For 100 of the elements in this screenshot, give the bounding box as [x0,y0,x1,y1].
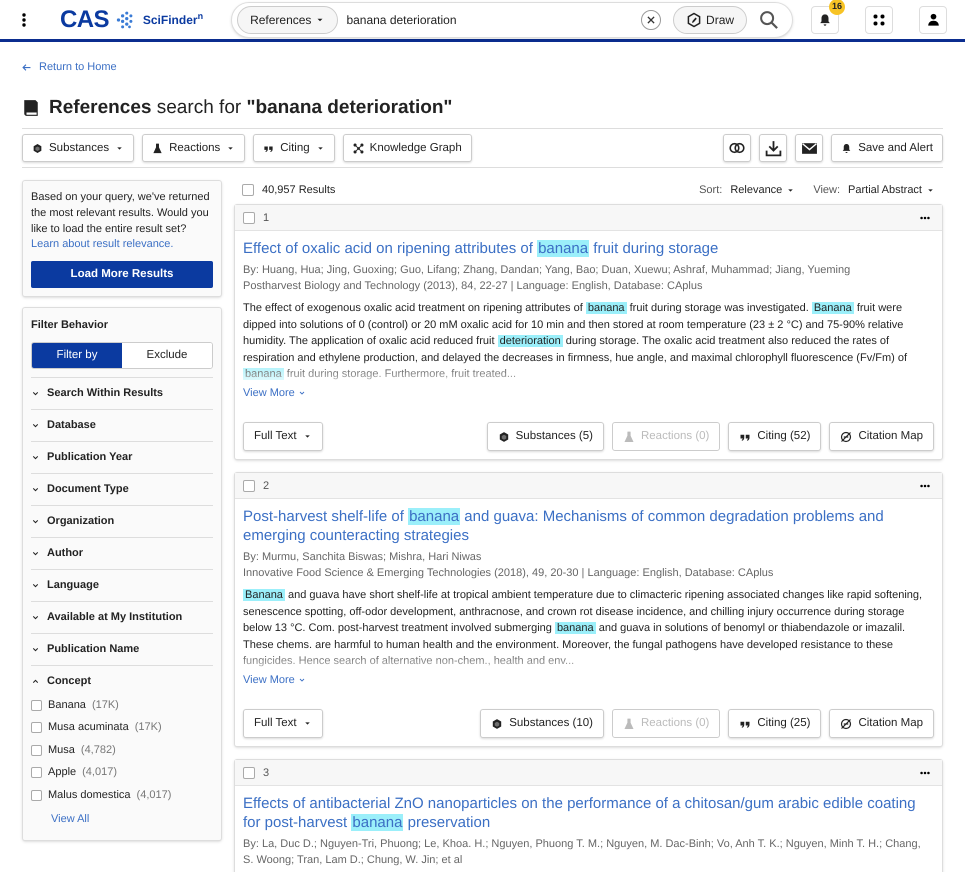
email-button[interactable] [795,134,824,162]
relevance-link[interactable]: Learn about result relevance. [31,237,213,252]
concept-count: (4,017) [82,765,117,780]
result-number: 2 [263,478,270,494]
arrow-left-icon [22,62,31,72]
filter-section-toggle[interactable]: Author [31,538,213,569]
result-action-button[interactable]: Substances (10) [480,709,604,738]
result-title-link[interactable]: Effect of oxalic acid on ripening attributes of banana fruit during storage [243,239,934,258]
view-more-link[interactable]: View More [243,384,306,402]
result-action-button[interactable]: Citing (25) [728,709,822,738]
toolbar-button[interactable]: Reactions [142,134,246,162]
concept-checkbox[interactable] [31,767,42,778]
result-authors: By: Murmu, Sanchita Biswas; Mishra, Hari Niwas [243,550,482,566]
toolbar-button[interactable]: Substances [22,134,134,162]
filter-section-toggle[interactable]: Publication Year [31,442,213,473]
result-action-button[interactable]: Citation Map [829,422,934,452]
search-icon[interactable] [759,10,780,30]
view-more-link[interactable]: View More [243,672,306,688]
product-name: SciFinder$^{n}$ [142,10,204,28]
concept-label: Banana [48,698,86,713]
result-action-button[interactable]: Citation Map [829,709,934,738]
concept-checkbox[interactable] [31,700,42,710]
concept-label: Apple [48,765,76,780]
scope-dropdown[interactable]: References [237,6,338,34]
filter-heading: Filter Behavior [31,318,110,334]
concept-checkbox[interactable] [31,744,42,756]
hexagon-icon [32,142,43,154]
filter-section-toggle[interactable]: Concept [31,666,213,697]
download-button[interactable] [759,134,788,162]
hexagon-pencil-icon [686,12,702,28]
crossed-circle-icon [840,718,852,730]
result-number: 1 [263,210,270,226]
combine-button[interactable] [723,134,752,162]
load-more-button[interactable]: Load More Results [31,261,213,288]
grid-icon [872,12,886,26]
filter-section-toggle[interactable]: Language [31,570,213,601]
flask-icon [152,142,164,154]
view-all-link[interactable]: View All [51,811,213,828]
result-source: Postharvest Biology and Technology (2013), 84, 22-27 | Language: English, Database: CAplus [243,279,704,294]
result-abstract: Banana and guava have short shelf-life at tropical ambient temperature due to climacteric ripening associated changes like rapid softening, senescence spotting, off-odor development, anthracnose, and crown rot disease incidence, and chilling injury occurrence during storage below 13 °C. Com. post-harvest treatment involved submerging banana and guava in solutions of benomyl or thiabendazole or imazalil. These chems. are harmful to human health and the environment. Moreover, the fungal pathogens have developed resistance to these fungicides. Hence search of alternative non-chem., health and env... [243,588,924,670]
concept-checkbox[interactable] [31,790,42,800]
filter-section-toggle[interactable]: Publication Name [31,634,213,665]
select-checkbox[interactable] [242,184,254,196]
filter-section-toggle[interactable]: Available at My Institution [31,602,213,633]
draw-button[interactable]: Draw [673,6,748,34]
select-checkbox[interactable] [243,766,255,779]
chevron-down-icon [298,676,306,684]
toolbar-button[interactable]: Citing [253,134,335,162]
apps-button[interactable] [865,6,894,34]
back-link[interactable]: Return to Home [22,59,117,76]
result-title-link[interactable]: Effects of antibacterial ZnO nanoparticles on the performance of a chitosan/gum arabic edible coating for post-harvest banana preservation [243,794,934,832]
concept-count: (4,017) [136,788,172,803]
concept-label: Musa [48,742,75,758]
concept-count: (17K) [134,720,162,736]
full-text-dropdown[interactable]: Full Text [243,709,323,738]
brand-name: CAS [60,4,109,34]
filter-section-toggle[interactable]: Document Type [31,474,213,505]
filter-section-toggle[interactable]: Organization [31,506,213,537]
search-bar[interactable]: References banana deterioration Draw [231,2,794,38]
notification-badge: 16 [829,0,846,14]
concept-count: (4,782) [80,742,116,758]
result-abstract: The effect of exogenous oxalic acid treatment on ripening attributes of banana fruit during storage was investigated. Banana fruit were dipped into solutions of 0 (control) or 20 mM oxalic acid for 10 min and then stored at room temperature (23 ± 2 °C) and 75-90% relative humidity. The application of oxalic acid reduced fruit deterioration during storage. The oxalic acid treatment also reduced the rates of respiration and ethylene production, and delayed the decreases in firmness, hue angle, and maximal chlorophyll fluorescence (Fv/Fm) of banana fruit during storage. Furthermore, fruit treated... [243,301,908,382]
filter-section-toggle[interactable]: Search Within Results [31,378,213,409]
full-text-dropdown[interactable]: Full Text [243,422,323,452]
book-icon [22,98,40,118]
result-action-button[interactable]: Substances (5) [486,422,604,452]
account-button[interactable] [919,6,948,34]
notice-text: Based on your query, we've returned the most relevant results. Would you like to load the entire result set? [31,190,211,238]
save-alert-button[interactable]: Save and Alert [831,134,943,162]
flask-icon [622,718,635,730]
hexagon-icon [498,430,510,443]
search-field[interactable]: banana deterioration [346,10,642,28]
select-checkbox[interactable] [243,480,255,492]
close-icon [646,14,656,24]
concept-label: Musa acuminata [48,720,129,736]
page-title: References search for "banana deterioration" [49,96,452,120]
chevron-down-icon [298,389,306,397]
bell-icon [818,12,832,26]
clear-button[interactable] [641,10,662,30]
select-checkbox[interactable] [243,212,255,224]
filter-section-toggle[interactable]: Database [31,410,213,441]
result-authors: By: La, Duc D.; Nguyen-Tri, Phuong; Le, Khoa. H.; Nguyen, Phuong T. M.; Nguyen, M. Dac-Binh; Vo, Anh T. K.; Nguyen, Minh T. H.; Chang, S. Woong; Tran, Lam D.; Chung, W. Jin; et al [243,837,922,868]
concept-label: Malus domestica [48,788,131,803]
result-action-button[interactable]: Citing (52) [728,422,822,452]
result-title-link[interactable]: Post-harvest shelf-life of banana and guava: Mechanisms of common degradation problems and emerging counteracting strategies [243,507,934,546]
result-source: Innovative Food Science & Emerging Technologies (2018), 49, 20-30 | Language: English, Database: CAplus [243,566,774,582]
download-icon [764,140,782,157]
result-authors: By: Huang, Hua; Jing, Guoxing; Guo, Lifang; Zhang, Dandan; Yang, Bao; Duan, Xuewu; Ashraf, Muhammad; Jiang, Yueming [243,263,852,278]
view-label: View: [813,183,840,198]
sort-label: Sort: [699,183,722,198]
sort-dropdown[interactable]: Relevance [730,182,796,198]
network-icon [352,142,364,154]
flask-icon [622,430,635,443]
concept-checkbox[interactable] [31,722,42,733]
crossed-circle-icon [840,430,852,443]
view-dropdown[interactable]: Partial Abstract [848,182,935,198]
filter-mode-tab[interactable]: Filter by [32,342,122,368]
toolbar-button[interactable]: Knowledge Graph [342,134,472,162]
filter-mode-tab[interactable]: Exclude [122,342,212,368]
concept-count: (17K) [92,698,119,713]
